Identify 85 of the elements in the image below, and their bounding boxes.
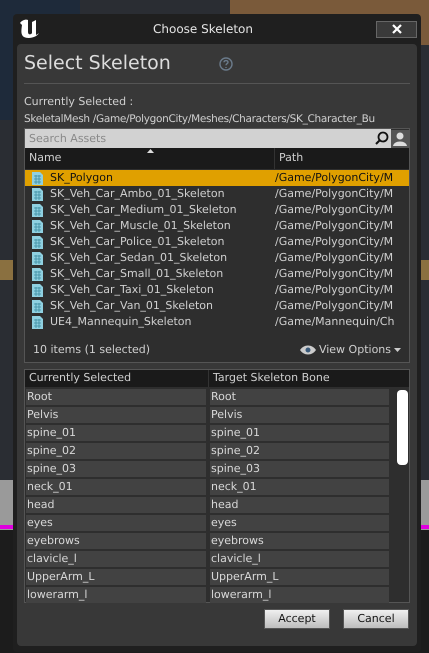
dialog-heading: Select Skeleton [24,51,171,76]
table-cell: head [26,496,206,512]
table-cell: spine_01 [26,424,206,440]
asset-name: SK_Veh_Car_Van_01_Skeleton [50,298,213,314]
asset-row[interactable]: SK_Veh_Car_Police_01_Skeleton /Game/PolygonCity/M [25,234,409,250]
window-title: Choose Skeleton [153,21,254,38]
asset-path: /Game/PolygonCity/M [275,234,394,250]
column-header: Target Skeleton Bone [212,370,331,386]
asset-name: SK_Polygon [50,170,113,186]
asset-name: SK_Veh_Car_Muscle_01_Skeleton [50,218,231,234]
asset-path: /Game/PolygonCity/M [275,250,394,266]
asset-icon [32,316,43,328]
asset-path: /Game/PolygonCity/M [275,170,394,186]
asset-path: /Game/Mannequin/Ch [275,314,394,330]
asset-row[interactable]: SK_Veh_Car_Medium_01_Skeleton /Game/PolygonCity/M [25,202,409,218]
asset-path: /Game/PolygonCity/M [275,298,394,314]
asset-row[interactable]: SK_Veh_Car_Ambo_01_Skeleton /Game/PolygonCity/M [25,186,409,202]
asset-row[interactable]: SK_Veh_Car_Taxi_01_Skeleton /Game/PolygonCity/M [25,282,409,298]
asset-path: /Game/PolygonCity/M [275,202,394,218]
asset-row[interactable]: UE4_Mannequin_Skeleton /Game/Mannequin/Ch [25,314,409,330]
asset-path: /Game/PolygonCity/M [275,218,394,234]
asset-icon [32,220,43,232]
table-cell: spine_01 [210,424,389,440]
asset-name: SK_Veh_Car_Taxi_01_Skeleton [50,282,214,298]
accept-button[interactable]: Accept [264,609,330,629]
close-button[interactable] [376,20,417,38]
table-cell: Pelvis [26,406,206,422]
asset-name: SK_Veh_Car_Medium_01_Skeleton [50,202,237,218]
column-header[interactable]: Path [275,150,409,167]
asset-icon [32,188,43,200]
table-cell: lowerarm_l [210,586,389,602]
table-cell: lowerarm_l [26,586,206,602]
asset-icon [32,172,43,184]
asset-row[interactable]: SK_Polygon /Game/PolygonCity/M [25,170,409,186]
table-cell: UpperArm_L [26,568,206,584]
cancel-button[interactable]: Cancel [343,609,409,629]
table-cell: spine_03 [26,460,206,476]
table-cell: eyes [210,514,389,530]
table-cell: spine_02 [26,442,206,458]
table-cell: eyebrows [210,532,389,548]
asset-name: SK_Veh_Car_Sedan_01_Skeleton [50,250,228,266]
asset-name: SK_Veh_Car_Police_01_Skeleton [50,234,225,250]
asset-path: /Game/PolygonCity/M [275,186,394,202]
table-cell: spine_02 [210,442,389,458]
caret-icon [394,348,401,352]
table-cell: eyebrows [26,532,206,548]
table-cell: UpperArm_L [210,568,389,584]
current-path: SkeletalMesh /Game/PolygonCity/Meshes/Characters/SK_Character_Bu [24,112,376,127]
current-label: Currently Selected : [24,94,134,110]
asset-row[interactable]: SK_Veh_Car_Small_01_Skeleton /Game/PolygonCity/M [25,266,409,282]
table-cell: eyes [26,514,206,530]
search-icon[interactable] [373,129,391,148]
table-cell: Root [26,388,206,404]
asset-icon [32,252,43,264]
logo-icon [18,19,40,39]
asset-row[interactable]: SK_Veh_Car_Van_01_Skeleton /Game/PolygonCity/M [25,298,409,314]
table-cell: clavicle_l [210,550,389,566]
asset-icon [32,236,43,248]
asset-name: SK_Veh_Car_Small_01_Skeleton [50,266,224,282]
asset-icon [32,300,43,312]
asset-row[interactable]: SK_Veh_Car_Sedan_01_Skeleton /Game/PolygonCity/M [25,250,409,266]
asset-icon [32,204,43,216]
close-icon [392,24,402,34]
asset-name: SK_Veh_Car_Ambo_01_Skeleton [50,186,225,202]
asset-row[interactable]: SK_Veh_Car_Muscle_01_Skeleton /Game/PolygonCity/M [25,218,409,234]
eye-icon [300,344,316,355]
item-count: 10 items (1 selected) [33,342,150,358]
help-icon [218,56,233,70]
table-cell: spine_03 [210,460,389,476]
table-cell: clavicle_l [26,550,206,566]
view-options-button[interactable]: View Options [300,342,401,358]
asset-path: /Game/PolygonCity/M [275,282,394,298]
asset-icon [32,268,43,280]
table-cell: Pelvis [210,406,389,422]
column-header: Currently Selected [25,370,209,386]
table-cell: neck_01 [210,478,389,494]
table-cell: Root [210,388,389,404]
table-cell: neck_01 [26,478,206,494]
scrollbar[interactable] [397,390,408,464]
table-cell: head [210,496,389,512]
search-field[interactable]: Search Assets [25,129,373,148]
asset-path: /Game/PolygonCity/M [275,266,394,282]
person-icon[interactable] [391,130,409,148]
asset-name: UE4_Mannequin_Skeleton [50,314,192,330]
asset-icon [32,284,43,296]
